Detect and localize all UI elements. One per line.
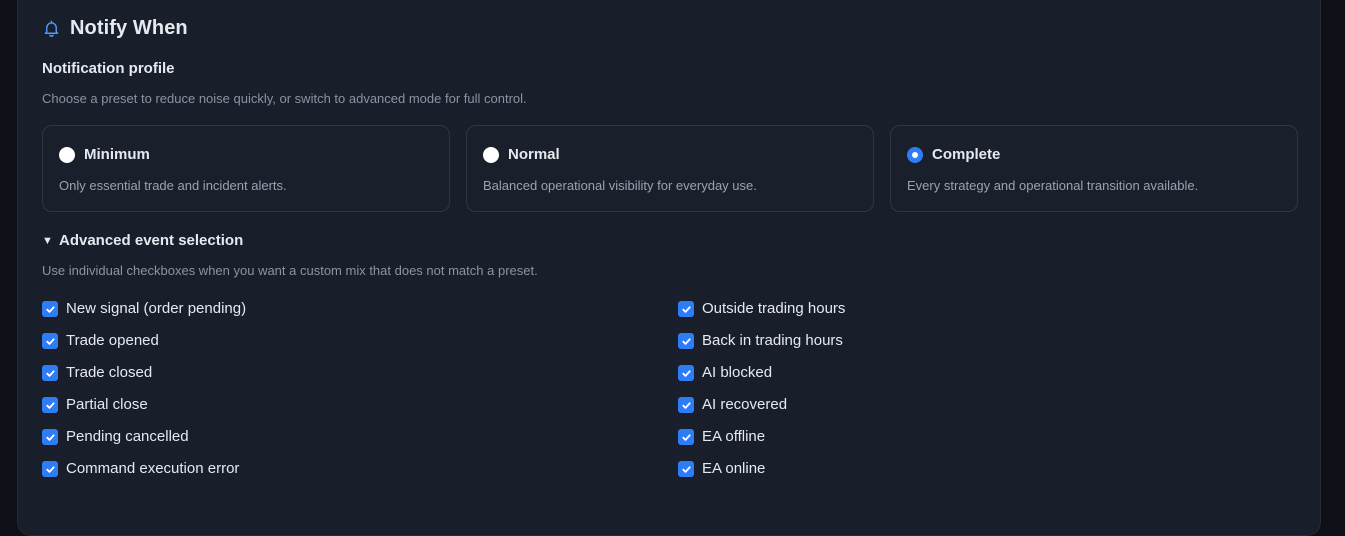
bell-icon	[44, 20, 59, 37]
event-item[interactable]: EA online	[678, 460, 845, 492]
event-checkbox[interactable]	[42, 461, 58, 477]
event-item[interactable]: EA offline	[678, 428, 845, 460]
profile-option-description: Only essential trade and incident alerts…	[59, 178, 287, 193]
check-icon	[681, 369, 691, 377]
event-checkbox[interactable]	[678, 397, 694, 413]
event-label: New signal (order pending)	[66, 300, 247, 317]
event-checkbox[interactable]	[42, 429, 58, 445]
event-checkbox[interactable]	[42, 301, 58, 317]
event-label: Back in trading hours	[702, 332, 843, 349]
notify-when-card: Notify When Notification profile Choose …	[17, 0, 1321, 536]
triangle-down-icon: ▼	[42, 234, 53, 247]
profile-option-name: Minimum	[84, 146, 150, 163]
radio-normal[interactable]	[483, 147, 499, 163]
event-item[interactable]: Back in trading hours	[678, 332, 845, 364]
radio-complete[interactable]	[907, 147, 923, 163]
profile-option-name: Complete	[932, 146, 1001, 163]
event-item[interactable]: Pending cancelled	[42, 428, 246, 460]
event-checkbox[interactable]	[678, 333, 694, 349]
event-label: Command execution error	[66, 460, 240, 477]
event-checkbox[interactable]	[42, 397, 58, 413]
check-icon	[45, 305, 55, 313]
check-icon	[45, 433, 55, 441]
event-item[interactable]: AI recovered	[678, 396, 845, 428]
event-item[interactable]: New signal (order pending)	[42, 300, 246, 332]
event-item[interactable]: Outside trading hours	[678, 300, 845, 332]
event-item[interactable]: Command execution error	[42, 460, 246, 492]
event-list-right: Outside trading hours Back in trading hou…	[678, 300, 845, 492]
event-label: Outside trading hours	[702, 300, 846, 317]
profile-option-complete[interactable]: Complete Every strategy and operational …	[890, 125, 1298, 212]
event-label: EA online	[702, 460, 766, 477]
card-header: Notify When	[42, 17, 188, 40]
event-label: AI recovered	[702, 396, 788, 413]
profile-option-normal[interactable]: Normal Balanced operational visibility f…	[466, 125, 874, 212]
card-title: Notify When	[70, 17, 188, 39]
check-icon	[681, 465, 691, 473]
event-label: Pending cancelled	[66, 428, 189, 445]
event-checkbox[interactable]	[678, 461, 694, 477]
event-label: AI blocked	[702, 364, 773, 381]
event-checkbox[interactable]	[678, 365, 694, 381]
check-icon	[681, 401, 691, 409]
event-label: Partial close	[66, 396, 148, 413]
advanced-toggle-label: Advanced event selection	[59, 232, 244, 249]
event-list-left: New signal (order pending) Trade opened Tr…	[42, 300, 246, 492]
event-checkbox[interactable]	[678, 301, 694, 317]
check-icon	[45, 401, 55, 409]
event-label: Trade opened	[66, 332, 159, 349]
advanced-hint: Use individual checkboxes when you want …	[42, 263, 538, 278]
check-icon	[45, 369, 55, 377]
check-icon	[45, 337, 55, 345]
event-label: EA offline	[702, 428, 766, 445]
event-checkbox[interactable]	[42, 333, 58, 349]
event-item[interactable]: AI blocked	[678, 364, 845, 396]
event-item[interactable]: Trade closed	[42, 364, 246, 396]
profile-option-description: Balanced operational visibility for ever…	[483, 178, 757, 193]
check-icon	[681, 433, 691, 441]
radio-minimum[interactable]	[59, 147, 75, 163]
event-item[interactable]: Trade opened	[42, 332, 246, 364]
profile-section-label: Notification profile	[42, 60, 175, 77]
profile-option-description: Every strategy and operational transitio…	[907, 178, 1199, 193]
event-checkbox[interactable]	[678, 429, 694, 445]
event-checkbox[interactable]	[42, 365, 58, 381]
check-icon	[681, 337, 691, 345]
check-icon	[45, 465, 55, 473]
profile-option-minimum[interactable]: Minimum Only essential trade and inciden…	[42, 125, 450, 212]
profile-options: Minimum Only essential trade and inciden…	[42, 125, 1298, 212]
check-icon	[681, 305, 691, 313]
event-item[interactable]: Partial close	[42, 396, 246, 428]
profile-section-hint: Choose a preset to reduce noise quickly,…	[42, 91, 527, 106]
profile-option-name: Normal	[508, 146, 560, 163]
event-label: Trade closed	[66, 364, 153, 381]
advanced-toggle[interactable]: ▼ Advanced event selection	[42, 232, 243, 249]
